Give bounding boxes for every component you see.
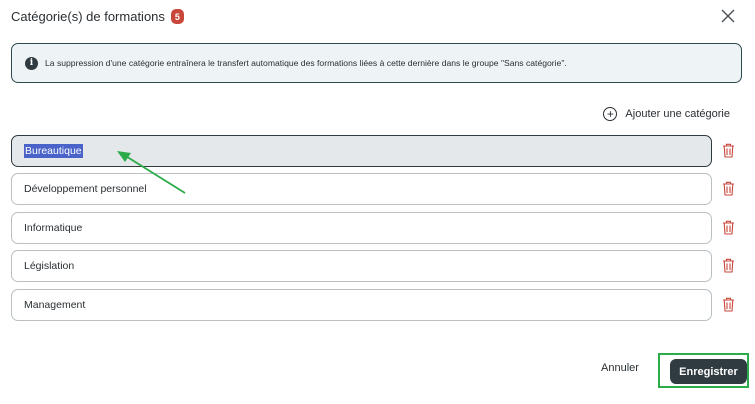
category-row: Management: [11, 289, 742, 321]
add-category-label: Ajouter une catégorie: [625, 108, 730, 120]
trash-icon: [723, 220, 734, 235]
count-badge: 5: [170, 9, 184, 24]
category-input-value: Législation: [24, 260, 75, 272]
close-button[interactable]: [720, 8, 736, 24]
delete-category-button[interactable]: [722, 143, 735, 158]
delete-category-button[interactable]: [722, 220, 735, 235]
category-row: Législation: [11, 250, 742, 282]
trash-icon: [723, 143, 734, 158]
category-input-value: Informatique: [24, 222, 83, 234]
trash-icon: [723, 181, 734, 196]
delete-category-button[interactable]: [722, 258, 735, 273]
close-icon: [721, 9, 735, 23]
info-banner: i La suppression d'une catégorie entraîn…: [11, 43, 742, 83]
delete-category-button[interactable]: [722, 181, 735, 196]
category-row: Informatique: [11, 212, 742, 244]
category-row: Développement personnel: [11, 173, 742, 205]
add-category-button[interactable]: + Ajouter une catégorie: [603, 107, 730, 121]
cancel-button[interactable]: Annuler: [601, 362, 639, 374]
category-input[interactable]: Législation: [11, 250, 712, 282]
category-input[interactable]: Management: [11, 289, 712, 321]
plus-circle-icon: +: [603, 107, 618, 121]
delete-category-button[interactable]: [722, 297, 735, 312]
category-row: Bureautique: [11, 135, 742, 167]
info-message: La suppression d'une catégorie entraîner…: [45, 58, 567, 68]
category-input[interactable]: Informatique: [11, 212, 712, 244]
dialog-title: Catégorie(s) de formations: [11, 9, 165, 24]
category-input[interactable]: Développement personnel: [11, 173, 712, 205]
category-input-value: Développement personnel: [24, 183, 147, 195]
category-input-value: Bureautique: [24, 144, 83, 158]
info-icon: i: [25, 56, 38, 70]
trash-icon: [723, 258, 734, 273]
category-input[interactable]: Bureautique: [11, 135, 712, 167]
dialog-header: Catégorie(s) de formations 5: [11, 9, 184, 24]
category-input-value: Management: [24, 299, 86, 311]
trash-icon: [723, 297, 734, 312]
save-button[interactable]: Enregistrer: [670, 359, 747, 384]
